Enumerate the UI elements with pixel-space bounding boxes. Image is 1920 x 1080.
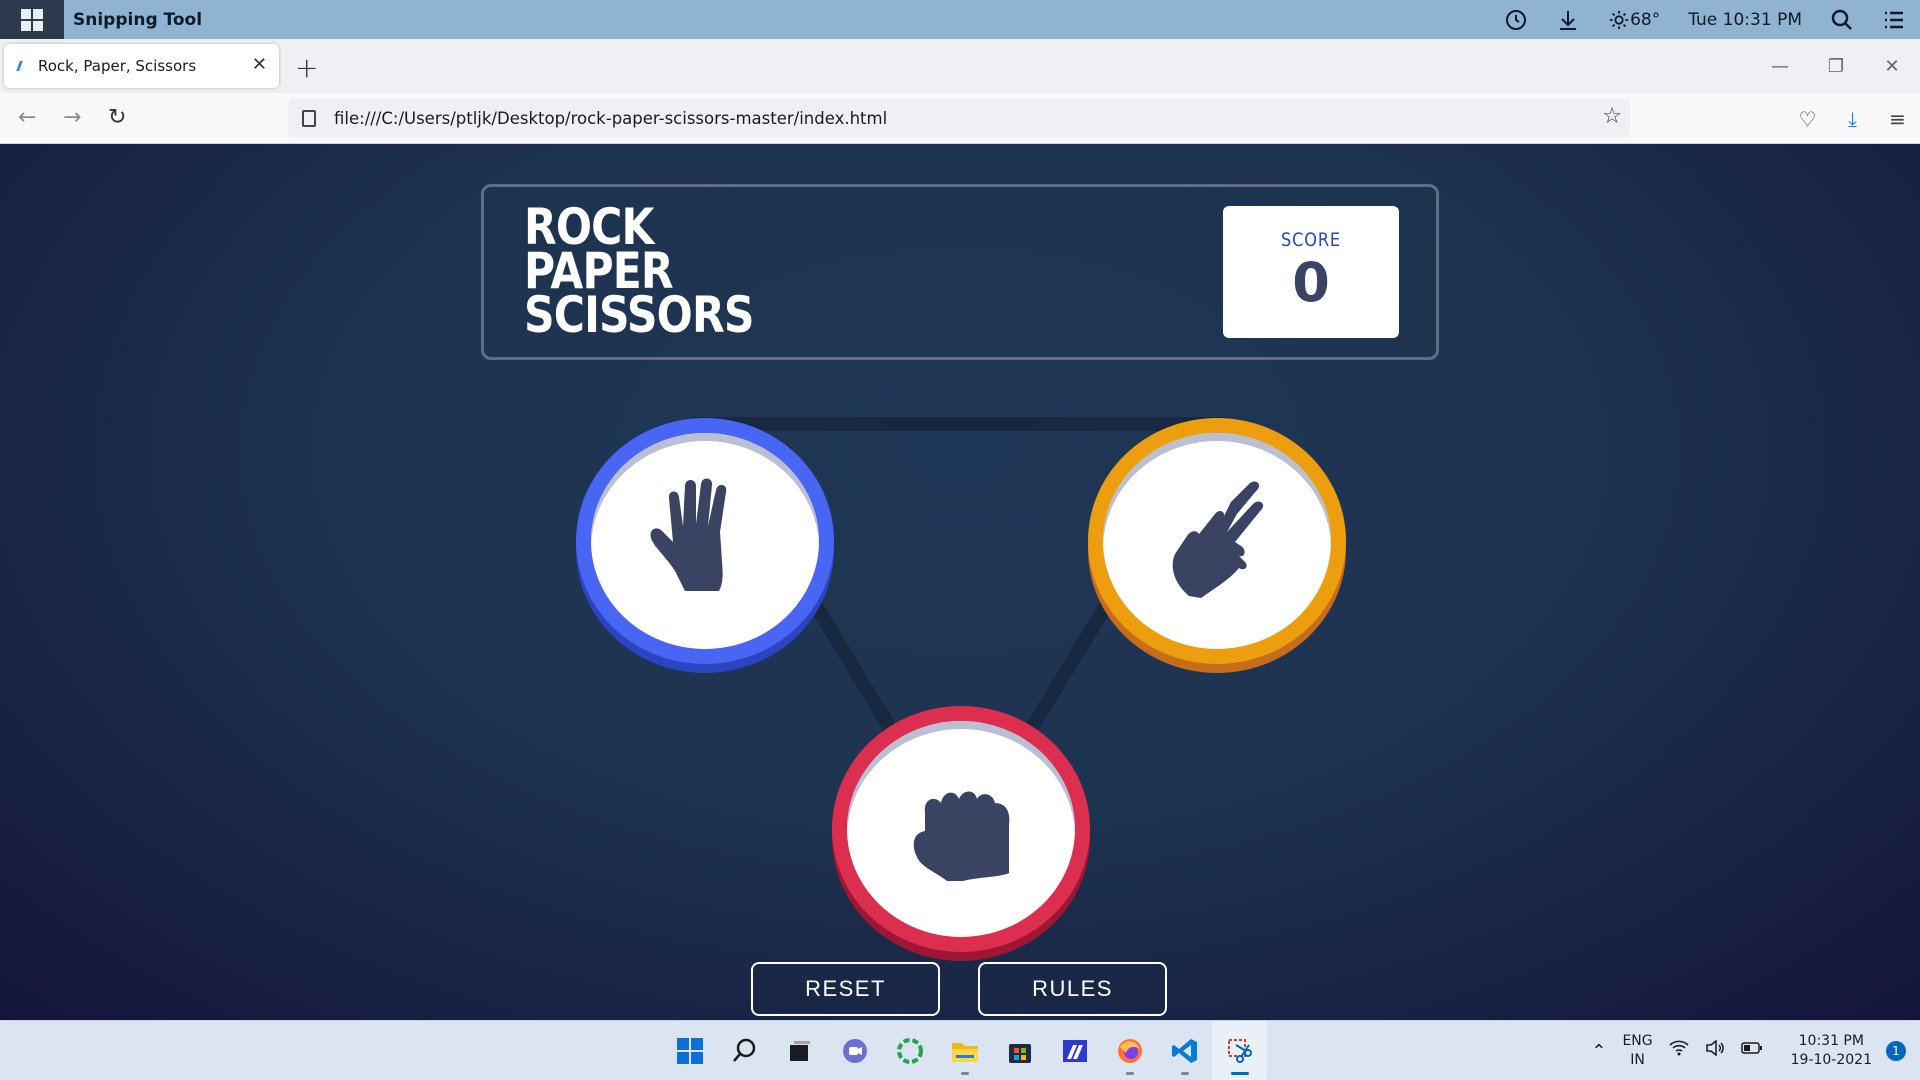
weather-widget[interactable]: 68° (1608, 9, 1660, 31)
bookmark-star-icon[interactable]: ☆ (1602, 104, 1622, 129)
hamburger-menu-icon[interactable]: ≡ (1875, 107, 1920, 131)
store-icon[interactable] (992, 1021, 1047, 1080)
close-window-icon[interactable]: ✕ (1864, 56, 1920, 77)
running-indicator (1180, 1072, 1189, 1075)
reset-button[interactable]: RESET (751, 962, 940, 1016)
page-icon (302, 109, 316, 127)
taskbar-date: 19-10-2021 (1790, 1052, 1872, 1068)
show-hidden-icons[interactable]: ⌃ (1591, 1042, 1606, 1061)
os-app-title: Snipping Tool (73, 9, 203, 30)
sun-icon (1609, 10, 1629, 29)
browser-tab[interactable]: Rock, Paper, Scissors ✕ (4, 44, 279, 88)
battery-icon[interactable] (1740, 1041, 1763, 1061)
rock-choice-button[interactable] (832, 706, 1090, 952)
language-indicator[interactable]: ENG IN (1622, 1032, 1652, 1070)
notification-badge[interactable]: 1 (1886, 1041, 1906, 1061)
pocket-icon[interactable]: ♡ (1785, 107, 1830, 131)
windows-logo-icon[interactable] (0, 0, 64, 39)
running-indicator (1125, 1072, 1134, 1075)
game-page: ROCK PAPER SCISSORS SCORE 0 RESET RULES (0, 144, 1920, 1020)
tab-title: Rock, Paper, Scissors (38, 57, 197, 75)
running-indicator (1230, 1072, 1249, 1075)
taskbar-clock[interactable]: 10:31 PM 19-10-2021 (1791, 1032, 1872, 1070)
minimize-icon[interactable]: — (1752, 56, 1808, 77)
task-view-icon[interactable] (772, 1021, 827, 1080)
list-menu-icon[interactable] (1882, 8, 1906, 32)
start-icon[interactable] (662, 1021, 717, 1080)
app-icon-blue[interactable] (1047, 1021, 1102, 1080)
paper-hand-icon (650, 478, 727, 591)
reload-icon[interactable]: ↻ (108, 105, 126, 130)
os-clock[interactable]: Tue 10:31 PM (1688, 10, 1802, 30)
url-text[interactable]: file:///C:/Users/ptljk/Desktop/rock-pape… (334, 109, 887, 128)
tab-close-icon[interactable]: ✕ (252, 54, 267, 75)
teams-chat-icon[interactable] (827, 1021, 882, 1080)
scissors-hand-icon (1172, 481, 1264, 598)
scissors-choice-button[interactable] (1088, 418, 1346, 664)
download-icon[interactable] (1556, 8, 1580, 32)
rock-fist-icon (913, 791, 1010, 881)
search-icon[interactable] (1830, 8, 1854, 32)
taskbar-time: 10:31 PM (1798, 1033, 1864, 1049)
search-icon[interactable] (717, 1021, 772, 1080)
weather-temp: 68° (1630, 9, 1661, 30)
os-top-bar: Snipping Tool 68° Tue 10:31 PM (0, 0, 1920, 39)
url-bar[interactable]: file:///C:/Users/ptljk/Desktop/rock-pape… (288, 99, 1630, 137)
app-icon-green[interactable] (882, 1021, 937, 1080)
forward-icon[interactable]: → (63, 105, 81, 130)
file-explorer-icon[interactable] (937, 1021, 992, 1080)
new-tab-button[interactable]: + (295, 51, 318, 84)
rules-button[interactable]: RULES (978, 962, 1167, 1016)
lang-bottom: IN (1630, 1052, 1645, 1068)
downloads-icon[interactable]: ⤓ (1830, 107, 1875, 131)
volume-icon[interactable] (1705, 1039, 1725, 1062)
tab-favicon-icon (16, 61, 30, 71)
running-indicator (960, 1072, 969, 1075)
browser-tab-strip: Rock, Paper, Scissors ✕ + — ❐ ✕ (0, 39, 1920, 93)
history-icon[interactable] (1504, 8, 1528, 32)
snipping-tool-icon[interactable] (1212, 1021, 1267, 1080)
back-icon[interactable]: ← (18, 105, 36, 130)
restore-icon[interactable]: ❐ (1808, 56, 1864, 77)
paper-choice-button[interactable] (576, 418, 834, 664)
firefox-icon[interactable] (1102, 1021, 1157, 1080)
wifi-icon[interactable] (1669, 1040, 1689, 1062)
lang-top: ENG (1622, 1033, 1653, 1049)
browser-nav-bar: ← → ↻ file:///C:/Users/ptljk/Desktop/roc… (0, 93, 1920, 144)
taskbar: ⌃ ENG IN 10:31 PM 19-10-2021 1 (0, 1020, 1920, 1080)
vscode-icon[interactable] (1157, 1021, 1212, 1080)
